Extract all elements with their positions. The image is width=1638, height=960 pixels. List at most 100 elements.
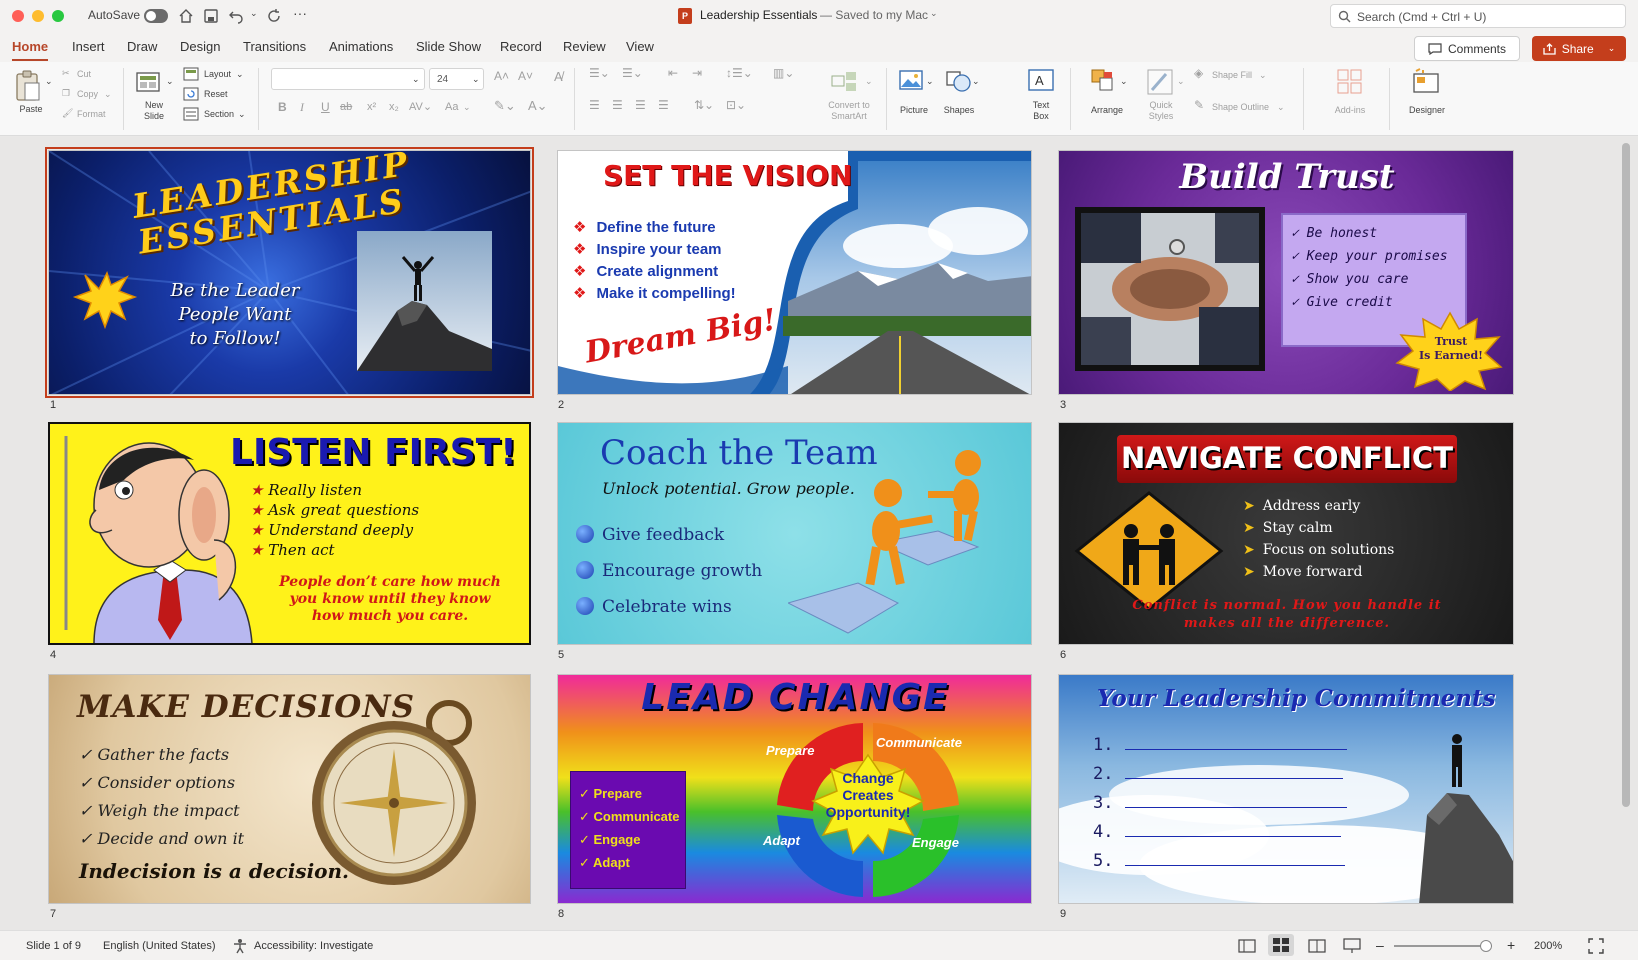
decrease-indent-icon[interactable]: ⇤: [668, 67, 678, 79]
cut-button[interactable]: Cut: [77, 69, 91, 80]
title-chevron-icon[interactable]: ⌄: [930, 8, 938, 19]
undo-dropdown-icon[interactable]: ⌄: [250, 8, 258, 19]
underline-button[interactable]: U: [321, 101, 330, 113]
font-name-select[interactable]: ⌄: [271, 68, 425, 90]
decrease-font-icon[interactable]: A˅: [518, 70, 533, 82]
align-center-icon[interactable]: ☰: [612, 99, 623, 111]
shapes-icon[interactable]: [944, 68, 974, 94]
bold-button[interactable]: B: [278, 101, 287, 113]
tab-draw[interactable]: Draw: [127, 39, 157, 54]
increase-indent-icon[interactable]: ⇥: [692, 67, 702, 79]
normal-view-icon[interactable]: [1238, 939, 1256, 953]
align-right-icon[interactable]: ☰: [635, 99, 646, 111]
line-spacing-icon[interactable]: ↕☰⌄: [726, 67, 753, 79]
italic-button[interactable]: I: [300, 101, 304, 113]
columns-icon[interactable]: ▥⌄: [773, 67, 794, 79]
language-indicator[interactable]: English (United States): [103, 940, 216, 952]
tab-insert[interactable]: Insert: [72, 39, 105, 54]
layout-dropdown-icon[interactable]: ⌄: [236, 69, 244, 80]
zoom-window-button[interactable]: [52, 10, 64, 22]
slide-sorter-view-button[interactable]: [1268, 934, 1294, 956]
zoom-out-button[interactable]: –: [1376, 937, 1384, 953]
more-icon[interactable]: ···: [293, 5, 307, 21]
text-direction-icon[interactable]: ⇅⌄: [694, 99, 714, 111]
tab-record[interactable]: Record: [500, 39, 542, 54]
quick-styles-icon[interactable]: [1146, 68, 1174, 96]
arrange-dropdown-icon[interactable]: ⌄: [1120, 76, 1128, 87]
tab-animations[interactable]: Animations: [329, 39, 393, 54]
layout-button[interactable]: Layout: [204, 69, 231, 80]
slide-thumbnail-4[interactable]: LISTEN FIRST! ★ Really listen ★ Ask grea…: [48, 422, 531, 645]
align-text-icon[interactable]: ⊡⌄: [726, 99, 746, 111]
tab-design[interactable]: Design: [180, 39, 220, 54]
reading-view-icon[interactable]: [1308, 939, 1326, 953]
fit-to-window-icon[interactable]: [1588, 938, 1604, 954]
numbering-icon[interactable]: ☰⌄: [622, 67, 643, 79]
tab-home[interactable]: Home: [12, 39, 49, 61]
superscript-button[interactable]: x²: [367, 102, 376, 113]
section-dropdown-icon[interactable]: ⌄: [238, 109, 246, 120]
shape-outline-dropdown-icon[interactable]: ⌄: [1277, 102, 1285, 113]
shapes-dropdown-icon[interactable]: ⌄: [972, 76, 980, 87]
change-case-button[interactable]: Aa: [445, 102, 458, 113]
text-box-icon[interactable]: A: [1027, 68, 1055, 94]
document-title[interactable]: Leadership Essentials: [700, 8, 817, 22]
arrange-icon[interactable]: [1090, 68, 1118, 94]
tab-review[interactable]: Review: [563, 39, 606, 54]
autosave-toggle[interactable]: [144, 9, 168, 23]
search-input[interactable]: Search (Cmd + Ctrl + U): [1330, 4, 1626, 28]
accessibility-status[interactable]: Accessibility: Investigate: [254, 940, 373, 952]
tab-view[interactable]: View: [626, 39, 654, 54]
align-left-icon[interactable]: ☰: [589, 99, 600, 111]
bullets-icon[interactable]: ☰⌄: [589, 67, 610, 79]
clear-formatting-icon[interactable]: A̸: [554, 70, 563, 83]
justify-icon[interactable]: ☰: [658, 99, 669, 111]
increase-font-icon[interactable]: A˄: [494, 70, 509, 82]
designer-icon[interactable]: [1411, 68, 1441, 96]
zoom-in-button[interactable]: +: [1507, 937, 1515, 953]
tab-transitions[interactable]: Transitions: [243, 39, 306, 54]
vertical-scrollbar[interactable]: [1622, 143, 1630, 807]
slide-show-icon[interactable]: [1343, 938, 1361, 954]
slide-thumbnail-5[interactable]: Coach the Team Unlock potential. Grow pe…: [557, 422, 1032, 645]
font-size-select[interactable]: 24 ⌄: [429, 68, 484, 90]
shape-outline-button[interactable]: Shape Outline: [1212, 102, 1269, 113]
font-color-icon[interactable]: A⌄: [528, 99, 548, 112]
copy-dropdown-icon[interactable]: ⌄: [104, 89, 112, 100]
comments-button[interactable]: Comments: [1414, 36, 1520, 61]
slide-thumbnail-8[interactable]: LEAD CHANGE Prepare Communicate Engage A…: [557, 674, 1032, 904]
new-slide-dropdown-icon[interactable]: ⌄: [166, 76, 174, 87]
strikethrough-button[interactable]: ab: [340, 102, 352, 113]
zoom-level[interactable]: 200%: [1534, 940, 1562, 952]
tab-slide-show[interactable]: Slide Show: [416, 39, 481, 54]
undo-icon[interactable]: [228, 8, 244, 24]
convert-smartart-dropdown-icon[interactable]: ⌄: [865, 76, 873, 87]
home-icon[interactable]: [178, 8, 194, 24]
share-button[interactable]: Share ⌄: [1532, 36, 1626, 61]
minimize-window-button[interactable]: [32, 10, 44, 22]
zoom-slider[interactable]: [1394, 945, 1492, 947]
section-button[interactable]: Section: [204, 109, 234, 120]
quick-styles-dropdown-icon[interactable]: ⌄: [1177, 76, 1185, 87]
picture-icon[interactable]: [898, 68, 926, 94]
close-window-button[interactable]: [12, 10, 24, 22]
slide-thumbnail-3[interactable]: Build Trust Be honest Keep your promises…: [1058, 150, 1514, 395]
zoom-slider-thumb[interactable]: [1480, 940, 1492, 952]
subscript-button[interactable]: x₂: [389, 102, 399, 113]
shape-fill-dropdown-icon[interactable]: ⌄: [1259, 70, 1267, 81]
picture-dropdown-icon[interactable]: ⌄: [926, 76, 934, 87]
share-dropdown-icon[interactable]: ⌄: [1608, 43, 1616, 54]
slide-thumbnail-2[interactable]: SET THE VISION ❖ Define the future ❖ Inspi…: [557, 150, 1032, 395]
redo-icon[interactable]: [266, 8, 282, 24]
slide-thumbnail-7[interactable]: MAKE DECISIONS Gather the facts Consider…: [48, 674, 531, 904]
reset-button[interactable]: Reset: [204, 89, 228, 100]
change-case-dropdown-icon[interactable]: ⌄: [463, 102, 471, 113]
character-spacing-icon[interactable]: AV⌄: [409, 102, 432, 113]
slide-thumbnail-6[interactable]: NAVIGATE CONFLICT ➤ Address early ➤ Stay c…: [1058, 422, 1514, 645]
copy-button[interactable]: Copy: [77, 89, 98, 100]
add-ins-icon[interactable]: [1336, 68, 1364, 96]
save-icon[interactable]: [203, 8, 219, 24]
format-painter-button[interactable]: Format: [77, 109, 106, 120]
convert-smartart-icon[interactable]: [830, 68, 860, 98]
shape-fill-button[interactable]: Shape Fill: [1212, 70, 1252, 81]
